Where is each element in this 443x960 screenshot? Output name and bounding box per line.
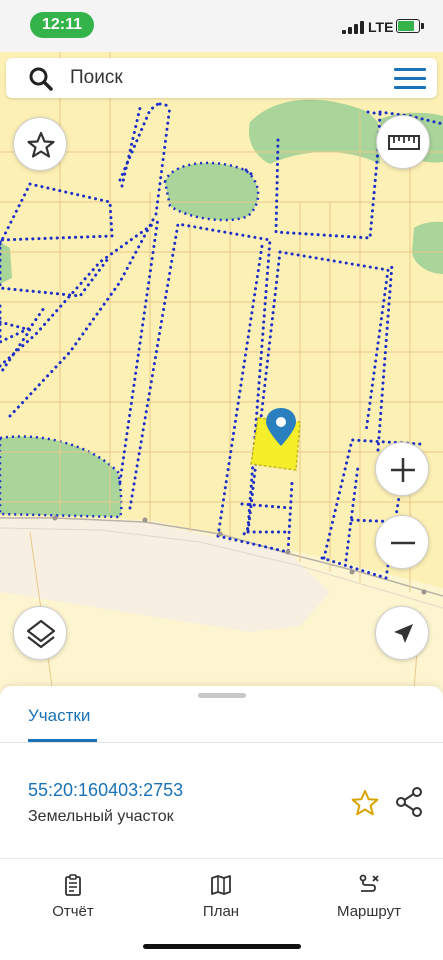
status-time: 12:11 — [30, 12, 94, 38]
zoom-in-button[interactable] — [375, 442, 429, 496]
star-outline-icon — [27, 131, 55, 158]
minus-icon — [391, 541, 415, 545]
ruler-icon — [388, 135, 420, 150]
favorite-button[interactable] — [13, 117, 67, 171]
tab-parcels[interactable]: Участки — [28, 706, 90, 726]
zoom-out-button[interactable] — [375, 515, 429, 569]
route-icon — [359, 874, 379, 892]
network-label: LTE — [368, 19, 394, 35]
layers-icon — [26, 619, 56, 649]
nav-report[interactable]: Отчёт — [18, 873, 128, 925]
battery-icon — [396, 19, 424, 33]
locate-button[interactable] — [375, 606, 429, 660]
divider — [0, 742, 443, 743]
nav-plan-label: План — [202, 903, 240, 920]
nav-route-label: Маршрут — [337, 903, 401, 920]
layers-button[interactable] — [13, 606, 67, 660]
nav-route[interactable]: Маршрут — [314, 873, 424, 925]
nav-plan[interactable]: План — [166, 873, 276, 925]
search-icon[interactable] — [28, 66, 54, 92]
navigation-arrow-icon — [394, 624, 413, 643]
hamburger-menu-icon[interactable] — [394, 68, 426, 90]
search-bar[interactable] — [6, 58, 437, 98]
nav-report-label: Отчёт — [52, 903, 94, 920]
report-icon — [65, 874, 81, 896]
star-outline-icon[interactable] — [350, 788, 380, 818]
status-bar: 12:11 LTE — [0, 0, 443, 52]
parcel-type-label: Земельный участок — [28, 808, 174, 825]
plus-icon — [391, 458, 415, 482]
search-input[interactable] — [70, 67, 370, 89]
cadastral-number-link[interactable]: 55:20:160403:2753 — [28, 780, 183, 801]
signal-icon — [342, 20, 364, 34]
drag-handle[interactable] — [198, 693, 246, 698]
home-indicator[interactable] — [143, 944, 301, 949]
map-icon — [211, 875, 231, 895]
share-icon[interactable] — [394, 786, 424, 818]
ruler-button[interactable] — [376, 115, 430, 169]
